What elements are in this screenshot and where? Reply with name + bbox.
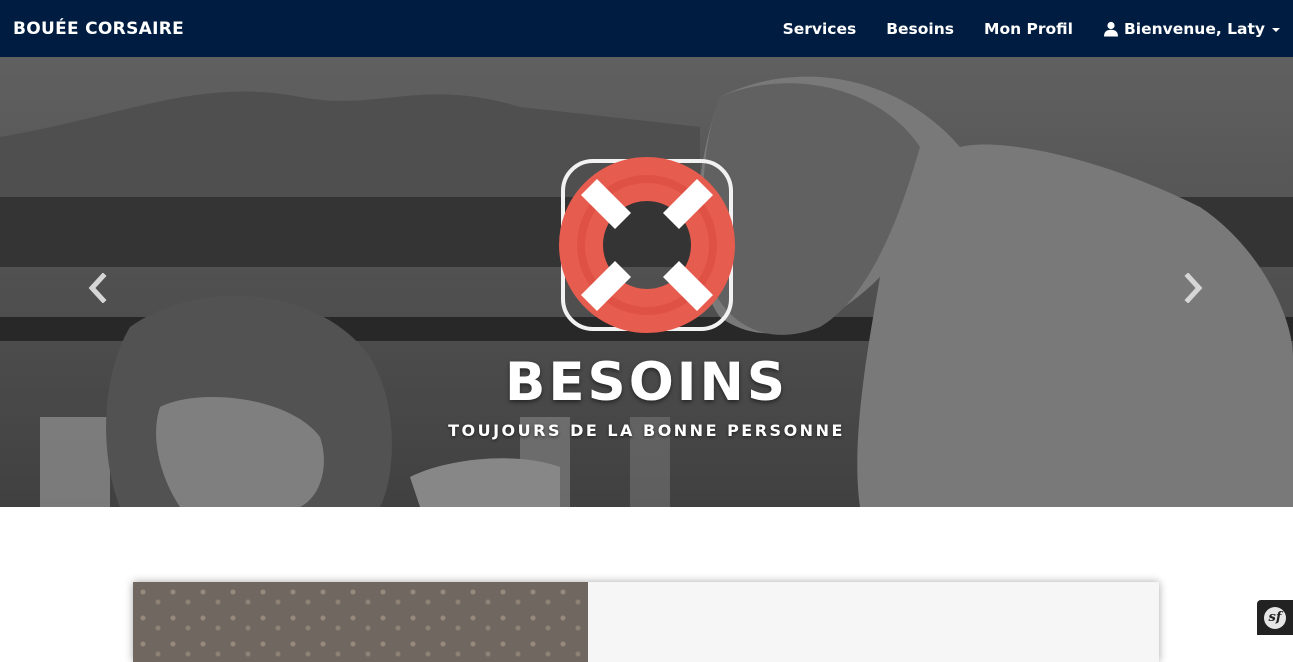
lifebuoy-icon (558, 157, 735, 333)
user-menu-label: Bienvenue, Laty (1123, 19, 1265, 38)
content-card (133, 582, 1159, 662)
symfony-logo-icon: sf (1264, 606, 1286, 629)
hero-subtitle: TOUJOURS DE LA BONNE PERSONNE (448, 421, 845, 440)
card-text-panel (588, 582, 1159, 662)
user-menu-dropdown[interactable]: Bienvenue, Laty (1103, 20, 1280, 38)
nav-item-besoins[interactable]: Besoins (886, 20, 954, 38)
top-navbar: BOUÉE CORSAIRE Services Besoins Mon Prof… (0, 0, 1293, 57)
hero-carousel: BESOINS TOUJOURS DE LA BONNE PERSONNE (0, 57, 1293, 507)
user-icon (1103, 21, 1118, 36)
brand-link[interactable]: BOUÉE CORSAIRE (13, 19, 184, 39)
hero-content: BESOINS TOUJOURS DE LA BONNE PERSONNE (0, 57, 1293, 507)
card-image (133, 582, 588, 662)
main-nav: Services Besoins Mon Profil Bienvenue, L… (783, 0, 1280, 57)
nav-item-services[interactable]: Services (783, 20, 857, 38)
debug-toolbar-toggle[interactable]: sf (1257, 600, 1293, 635)
caret-down-icon (1272, 28, 1280, 32)
nav-item-mon-profil[interactable]: Mon Profil (984, 20, 1073, 38)
hero-title: BESOINS (504, 352, 789, 413)
